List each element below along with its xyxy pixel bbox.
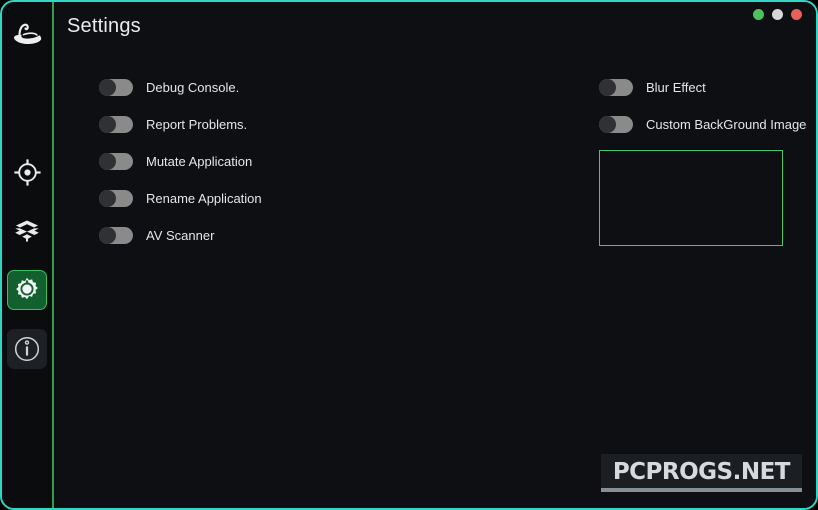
setting-label: AV Scanner	[146, 227, 215, 243]
maximize-button[interactable]	[772, 9, 783, 20]
settings-column-right: Blur Effect Custom BackGround Image	[599, 76, 816, 246]
sidebar-item-settings[interactable]	[7, 270, 47, 310]
sidebar-item-about[interactable]	[7, 329, 47, 369]
open-box-icon	[13, 218, 41, 244]
application-window: Settings Debug Console. Report Problems.…	[0, 0, 818, 510]
setting-label: Blur Effect	[646, 79, 706, 95]
sidebar-item-target[interactable]	[7, 152, 47, 192]
setting-label: Rename Application	[146, 190, 262, 206]
setting-row: Debug Console.	[99, 76, 419, 98]
toggle-knob	[599, 78, 616, 96]
close-button[interactable]	[791, 9, 802, 20]
toggle-knob	[99, 152, 116, 170]
gear-icon	[14, 277, 40, 303]
toggle-custom-background-image[interactable]	[599, 115, 633, 133]
toggle-debug-console[interactable]	[99, 78, 133, 96]
toggle-rename-application[interactable]	[99, 189, 133, 207]
setting-label: Custom BackGround Image	[646, 116, 807, 132]
sidebar	[2, 2, 54, 508]
setting-label: Debug Console.	[146, 79, 240, 95]
fedora-hat-icon	[10, 17, 44, 51]
info-circle-icon	[13, 335, 41, 363]
toggle-blur-effect[interactable]	[599, 78, 633, 96]
toggle-knob	[599, 115, 616, 133]
toggle-mutate-application[interactable]	[99, 152, 133, 170]
setting-row: Rename Application	[99, 187, 419, 209]
setting-row: Mutate Application	[99, 150, 419, 172]
toggle-knob	[99, 115, 116, 133]
watermark: PCPROGS.NET	[600, 454, 802, 492]
window-controls	[753, 9, 802, 20]
setting-row: AV Scanner	[99, 224, 419, 246]
content-area: Settings Debug Console. Report Problems.…	[56, 2, 816, 508]
toggle-report-problems[interactable]	[99, 115, 133, 133]
setting-row: Custom BackGround Image	[599, 113, 816, 135]
toggle-av-scanner[interactable]	[99, 226, 133, 244]
settings-column-left: Debug Console. Report Problems. Mutate A…	[99, 76, 419, 261]
setting-label: Mutate Application	[146, 153, 253, 169]
title-bar: Settings	[56, 2, 816, 54]
crosshair-target-icon	[13, 158, 41, 186]
page-title: Settings	[67, 15, 141, 37]
setting-row: Report Problems.	[99, 113, 419, 135]
toggle-knob	[99, 78, 116, 96]
minimize-button[interactable]	[753, 9, 764, 20]
app-logo	[7, 14, 47, 54]
setting-label: Report Problems.	[146, 116, 248, 132]
toggle-knob	[99, 189, 116, 207]
sidebar-item-packages[interactable]	[7, 211, 47, 251]
toggle-knob	[99, 226, 116, 244]
watermark-text: PCPROGS.NET	[612, 459, 791, 485]
setting-row: Blur Effect	[599, 76, 816, 98]
background-image-preview[interactable]	[599, 150, 783, 246]
